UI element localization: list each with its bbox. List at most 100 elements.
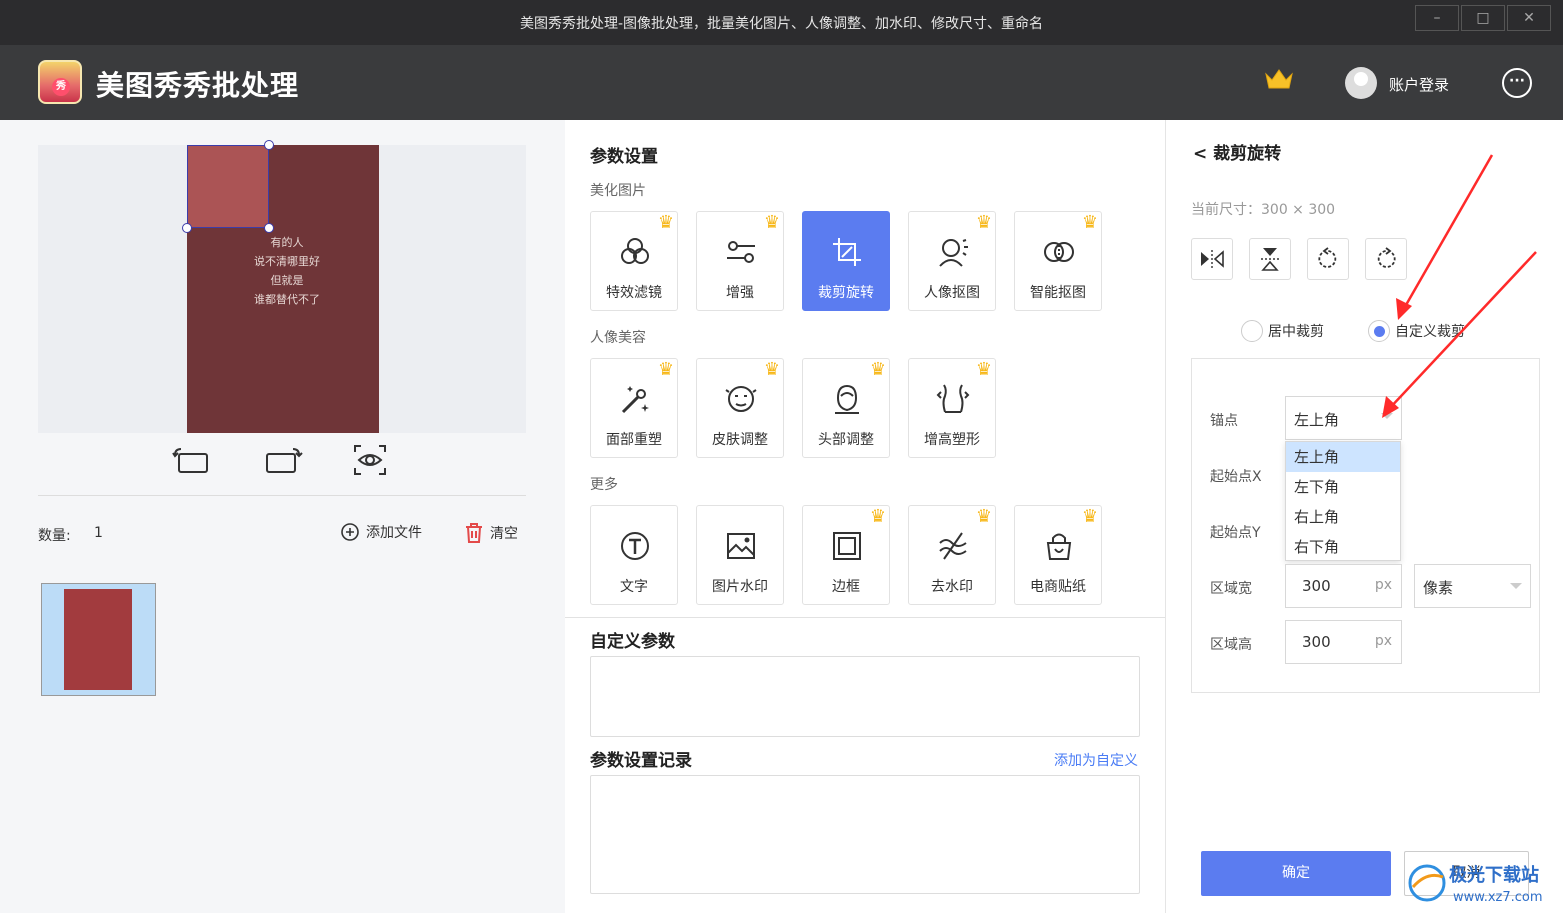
tool-crop-rotate[interactable]: 裁剪旋转 bbox=[802, 211, 890, 311]
plus-circle-icon bbox=[341, 523, 359, 541]
image-watermark-icon bbox=[721, 526, 761, 566]
dropdown-option[interactable]: 左下角 bbox=[1286, 472, 1400, 502]
tool-body-shape[interactable]: 增高塑形 ♛ bbox=[908, 358, 996, 458]
window-title: 美图秀秀批处理-图像批处理，批量美化图片、人像调整、加水印、修改尺寸、重命名 bbox=[519, 16, 1044, 32]
flip-vertical-button[interactable] bbox=[1249, 238, 1291, 280]
vip-crown-icon: ♛ bbox=[1081, 212, 1098, 233]
unit-select[interactable]: 像素 bbox=[1414, 564, 1531, 608]
flip-horizontal-icon bbox=[1201, 250, 1224, 268]
flip-vertical-icon bbox=[1261, 248, 1279, 271]
skin-icon bbox=[721, 379, 761, 419]
image-list-panel: 有的人 说不清哪里好 但就是 谁都替代不了 数量: 1 添加文件 清空 bbox=[0, 120, 565, 913]
vip-crown-icon: ♛ bbox=[657, 359, 674, 380]
tool-enhance[interactable]: 增强 ♛ bbox=[696, 211, 784, 311]
tool-label: 增强 bbox=[726, 285, 754, 301]
tool-portrait-cutout[interactable]: 人像抠图 ♛ bbox=[908, 211, 996, 311]
window-titlebar: 美图秀秀批处理-图像批处理，批量美化图片、人像调整、加水印、修改尺寸、重命名 –… bbox=[0, 0, 1563, 45]
radio-circle-selected[interactable] bbox=[1368, 320, 1390, 342]
close-button[interactable]: ✕ bbox=[1507, 5, 1551, 31]
dropdown-option[interactable]: 右下角 bbox=[1286, 532, 1400, 562]
magic-wand-icon bbox=[615, 379, 655, 419]
poster-line: 说不清哪里好 bbox=[254, 255, 320, 268]
anchor-select[interactable]: 左上角 bbox=[1285, 396, 1402, 440]
remove-watermark-icon bbox=[933, 526, 973, 566]
custom-params-title: 自定义参数 bbox=[590, 632, 675, 652]
anchor-value: 左上角 bbox=[1294, 411, 1340, 429]
tool-skin[interactable]: 皮肤调整 ♛ bbox=[696, 358, 784, 458]
start-y-label: 起始点Y bbox=[1210, 525, 1261, 541]
count-value: 1 bbox=[94, 525, 103, 541]
window-controls: – □ ✕ bbox=[1415, 5, 1551, 31]
trash-icon bbox=[466, 523, 482, 543]
app-name: 美图秀秀批处理 bbox=[96, 69, 300, 102]
anchor-label: 锚点 bbox=[1210, 413, 1238, 429]
tool-filter[interactable]: 特效滤镜 ♛ bbox=[590, 211, 678, 311]
enhance-icon bbox=[721, 232, 761, 272]
svg-text:极光下载站: 极光下载站 bbox=[1449, 864, 1539, 886]
history-box[interactable] bbox=[590, 775, 1140, 894]
image-preview: 有的人 说不清哪里好 但就是 谁都替代不了 bbox=[38, 140, 526, 433]
frame-icon bbox=[827, 526, 867, 566]
unit-label: px bbox=[1374, 577, 1392, 593]
custom-params-box[interactable] bbox=[590, 656, 1140, 737]
poster-text: 有的人 说不清哪里好 但就是 谁都替代不了 bbox=[242, 233, 332, 309]
crop-handle[interactable] bbox=[182, 223, 192, 233]
tool-label: 边框 bbox=[832, 579, 860, 595]
tool-label: 裁剪旋转 bbox=[818, 285, 874, 301]
vip-crown-icon: ♛ bbox=[975, 212, 992, 233]
radio-custom-crop[interactable]: 自定义裁剪 bbox=[1368, 320, 1465, 342]
rotate-cw-button[interactable] bbox=[1365, 238, 1407, 280]
poster-line: 但就是 bbox=[270, 274, 304, 287]
tool-head-adjust[interactable]: 头部调整 ♛ bbox=[802, 358, 890, 458]
height-input[interactable]: 300 px bbox=[1285, 620, 1402, 664]
rotate-right-icon[interactable] bbox=[263, 442, 303, 478]
vip-crown-icon: ♛ bbox=[975, 359, 992, 380]
tool-frame[interactable]: 边框 ♛ bbox=[802, 505, 890, 605]
more-options-icon[interactable]: ··· bbox=[1502, 68, 1532, 98]
vip-crown-icon[interactable] bbox=[1264, 67, 1294, 98]
radio-center-crop[interactable]: 居中裁剪 bbox=[1241, 320, 1324, 342]
tool-remove-watermark[interactable]: 去水印 ♛ bbox=[908, 505, 996, 605]
maximize-button[interactable]: □ bbox=[1461, 5, 1505, 31]
preview-eye-icon[interactable] bbox=[350, 442, 390, 478]
confirm-button[interactable]: 确定 bbox=[1201, 851, 1391, 896]
tool-ecommerce-sticker[interactable]: 电商贴纸 ♛ bbox=[1014, 505, 1102, 605]
tool-label: 增高塑形 bbox=[924, 432, 980, 448]
vip-crown-icon: ♛ bbox=[869, 359, 886, 380]
back-button[interactable]: < 裁剪旋转 bbox=[1193, 139, 1281, 164]
login-link[interactable]: 账户登录 bbox=[1389, 74, 1449, 95]
rotate-left-icon[interactable] bbox=[171, 442, 211, 478]
params-title: 参数设置 bbox=[590, 147, 658, 167]
flip-horizontal-button[interactable] bbox=[1191, 238, 1233, 280]
unit-select-value: 像素 bbox=[1423, 579, 1454, 597]
anchor-dropdown: 左上角 左下角 右上角 右下角 bbox=[1285, 441, 1401, 561]
image-thumbnail[interactable] bbox=[41, 583, 156, 696]
tool-smart-cutout[interactable]: 智能抠图 ♛ bbox=[1014, 211, 1102, 311]
tool-face-reshape[interactable]: 面部重塑 ♛ bbox=[590, 358, 678, 458]
tool-image-watermark[interactable]: 图片水印 bbox=[696, 505, 784, 605]
user-avatar[interactable] bbox=[1345, 67, 1377, 99]
crop-handle[interactable] bbox=[264, 140, 274, 150]
vip-crown-icon: ♛ bbox=[975, 506, 992, 527]
vip-crown-icon: ♛ bbox=[763, 212, 780, 233]
add-file-button[interactable]: 添加文件 bbox=[340, 522, 422, 542]
crop-selection-box[interactable] bbox=[187, 145, 269, 228]
tool-text[interactable]: 文字 bbox=[590, 505, 678, 605]
site-watermark: 极光下载站 www.xz7.com bbox=[1405, 857, 1560, 909]
crop-handle[interactable] bbox=[264, 223, 274, 233]
crop-icon bbox=[827, 232, 867, 272]
add-custom-link[interactable]: 添加为自定义 bbox=[1054, 750, 1138, 770]
width-input[interactable]: 300 px bbox=[1285, 564, 1402, 608]
rotate-cw-icon bbox=[1377, 247, 1396, 268]
minimize-button[interactable]: – bbox=[1415, 5, 1459, 31]
rotate-ccw-button[interactable] bbox=[1307, 238, 1349, 280]
dropdown-option[interactable]: 左上角 bbox=[1286, 442, 1400, 472]
body-icon bbox=[933, 379, 973, 419]
clear-button[interactable]: 清空 bbox=[464, 522, 518, 544]
radio-circle[interactable] bbox=[1241, 320, 1263, 342]
sticker-icon bbox=[1039, 526, 1079, 566]
filter-icon bbox=[615, 232, 655, 272]
smart-cutout-icon bbox=[1039, 232, 1079, 272]
height-value: 300 bbox=[1302, 633, 1331, 651]
dropdown-option[interactable]: 右上角 bbox=[1286, 502, 1400, 532]
